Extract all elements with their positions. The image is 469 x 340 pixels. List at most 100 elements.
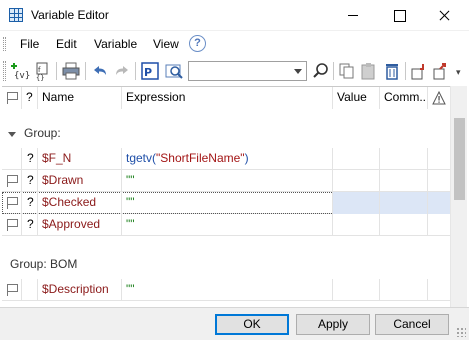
scrollbar-thumb[interactable] <box>454 118 465 200</box>
toolbar-grip-handle[interactable] <box>3 61 6 81</box>
expression-cell[interactable]: "" <box>122 214 333 236</box>
menu-file[interactable]: File <box>20 37 39 51</box>
expression-cell[interactable]: "" <box>122 170 333 192</box>
q-cell[interactable] <box>22 279 38 301</box>
name-cell[interactable]: $Checked <box>38 192 122 214</box>
name-cell[interactable]: $Drawn <box>38 170 122 192</box>
flag-icon <box>7 197 19 209</box>
chevron-down-icon[interactable] <box>294 69 302 74</box>
group-label: Group: <box>24 126 61 140</box>
find-in-page-icon[interactable] <box>164 61 184 81</box>
q-cell[interactable]: ? <box>22 170 38 192</box>
expression-cell[interactable]: tgetv("ShortFileName") <box>122 148 333 170</box>
group-header[interactable]: Group: <box>2 123 450 145</box>
menu-variable[interactable]: Variable <box>94 37 137 51</box>
menu-edit[interactable]: Edit <box>56 37 77 51</box>
expression-cell[interactable]: "" <box>122 279 333 301</box>
comment-cell[interactable] <box>380 214 428 236</box>
flag-icon <box>7 92 19 104</box>
expression-cell[interactable]: "" <box>122 192 333 214</box>
resize-grip-handle[interactable] <box>456 327 466 337</box>
value-cell[interactable] <box>333 148 380 170</box>
table-row[interactable]: ? $F_N tgetv("ShortFileName") <box>2 148 450 170</box>
apply-button[interactable]: Apply <box>296 314 370 335</box>
value-cell[interactable] <box>333 170 380 192</box>
toolbar-separator <box>85 62 86 80</box>
menu-bar: File Edit Variable View ? <box>0 31 469 57</box>
close-button[interactable] <box>422 0 468 31</box>
flag-icon <box>7 175 19 187</box>
undo-icon[interactable] <box>90 61 110 81</box>
value-cell[interactable] <box>333 214 380 236</box>
flag-cell[interactable] <box>2 192 22 214</box>
toolbar-separator <box>135 62 136 80</box>
redo-icon[interactable] <box>112 61 132 81</box>
new-variable-icon[interactable]: {v} <box>11 61 31 81</box>
toolbar-separator <box>405 62 406 80</box>
column-header-flag[interactable] <box>2 87 22 109</box>
copy-icon[interactable] <box>337 61 357 81</box>
comment-cell[interactable] <box>380 170 428 192</box>
value-cell[interactable] <box>333 192 380 214</box>
collapse-chevron-icon[interactable] <box>8 132 16 137</box>
name-cell[interactable]: $Approved <box>38 214 122 236</box>
table-row-selected[interactable]: ? $Checked "" <box>2 192 450 214</box>
import-icon[interactable] <box>409 61 429 81</box>
column-header-name[interactable]: Name <box>38 87 122 109</box>
paste-icon[interactable] <box>359 61 379 81</box>
warning-cell <box>428 192 450 214</box>
svg-text:{}: {} <box>36 74 44 81</box>
comment-cell[interactable] <box>380 279 428 301</box>
group-header[interactable]: Group: BOM <box>2 254 450 276</box>
grid-header: ? Name Expression Value Comm... <box>2 87 450 109</box>
toolbar: {v} f {} P ▾ <box>0 57 469 85</box>
warning-cell <box>428 148 450 170</box>
table-row[interactable]: $Description "" <box>2 279 450 301</box>
svg-text:{v}: {v} <box>14 71 30 81</box>
toolbar-separator <box>333 62 334 80</box>
vertical-scrollbar[interactable] <box>450 86 467 307</box>
flag-cell[interactable] <box>2 214 22 236</box>
delete-icon[interactable] <box>382 61 402 81</box>
export-icon[interactable] <box>431 61 451 81</box>
table-row[interactable]: ? $Approved "" <box>2 214 450 236</box>
name-cell[interactable]: $F_N <box>38 148 122 170</box>
column-header-warning[interactable] <box>428 87 450 109</box>
variables-grid: ? Name Expression Value Comm... Group: ?… <box>2 86 450 307</box>
ok-button[interactable]: OK <box>215 314 289 335</box>
column-header-q[interactable]: ? <box>22 87 38 109</box>
toolbar-overflow-icon[interactable]: ▾ <box>456 67 461 78</box>
column-header-comment[interactable]: Comm... <box>380 87 428 109</box>
name-cell[interactable]: $Description <box>38 279 122 301</box>
expression-function: tgetv( <box>126 151 157 165</box>
q-cell[interactable]: ? <box>22 192 38 214</box>
cancel-button[interactable]: Cancel <box>375 314 449 335</box>
new-function-icon[interactable]: f {} <box>33 61 53 81</box>
menu-view[interactable]: View <box>153 37 179 51</box>
value-cell[interactable] <box>333 279 380 301</box>
q-cell[interactable]: ? <box>22 148 38 170</box>
toolbar-separator <box>56 62 57 80</box>
table-row[interactable]: ? $Drawn "" <box>2 170 450 192</box>
maximize-button[interactable] <box>376 0 422 31</box>
group-label: Group: BOM <box>10 257 78 271</box>
comment-cell[interactable] <box>380 148 428 170</box>
flag-cell[interactable] <box>2 279 22 301</box>
expression-close: ) <box>244 151 249 165</box>
warning-cell <box>428 279 450 301</box>
menu-grip-handle[interactable] <box>3 37 6 51</box>
flag-cell[interactable] <box>2 170 22 192</box>
comment-cell[interactable] <box>380 192 428 214</box>
help-question-icon[interactable]: ? <box>189 35 206 52</box>
column-header-expression[interactable]: Expression <box>122 87 333 109</box>
q-cell[interactable]: ? <box>22 214 38 236</box>
search-icon[interactable] <box>311 61 331 81</box>
flag-cell[interactable] <box>2 148 22 170</box>
properties-editor-icon[interactable]: P <box>140 61 160 81</box>
search-combo[interactable] <box>188 61 307 81</box>
print-icon[interactable] <box>61 61 81 81</box>
column-header-value[interactable]: Value <box>333 87 380 109</box>
minimize-button[interactable] <box>330 0 376 31</box>
warning-cell <box>428 214 450 236</box>
flag-icon <box>7 284 19 296</box>
